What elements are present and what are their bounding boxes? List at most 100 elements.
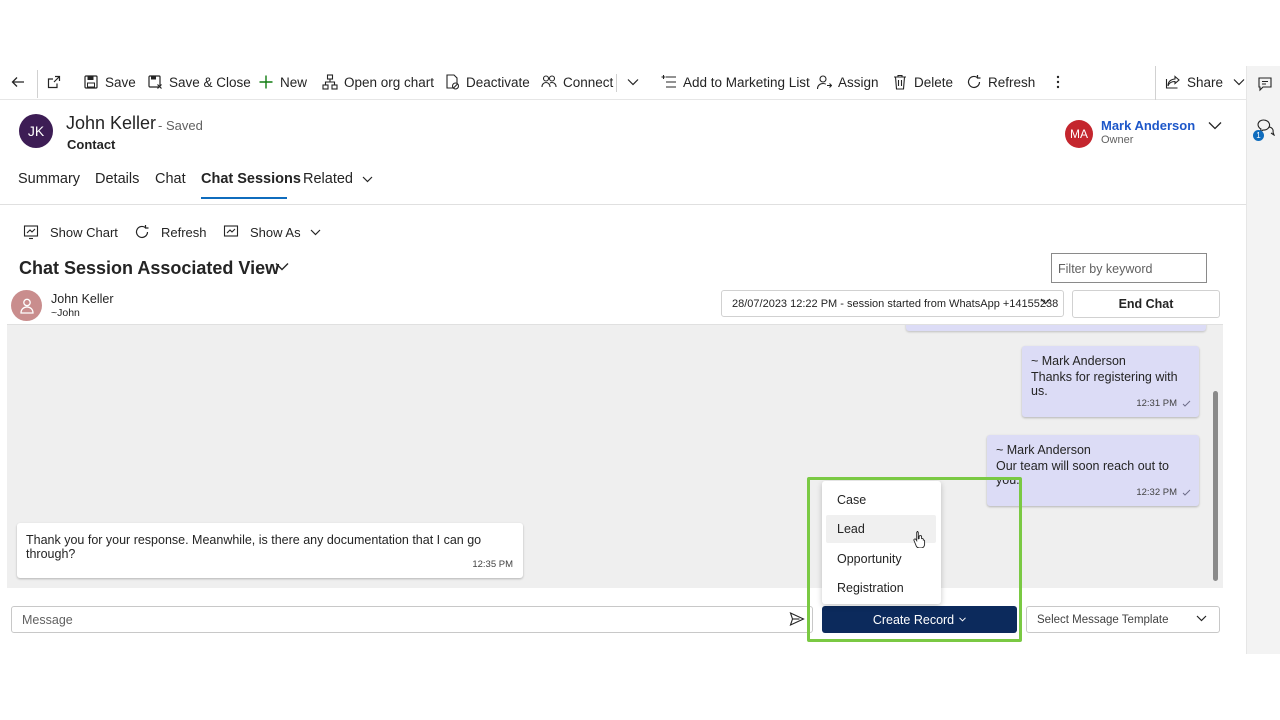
assign-button[interactable]: Assign: [816, 66, 879, 98]
divider: [1155, 66, 1156, 100]
chat-scrollbar[interactable]: [1213, 391, 1218, 581]
assign-person-icon: [816, 74, 832, 90]
tab-summary[interactable]: Summary: [18, 171, 80, 187]
record-title: John Keller: [66, 113, 157, 133]
plus-icon: [258, 74, 274, 90]
more-commands-button[interactable]: [1050, 66, 1072, 98]
divider: [0, 204, 1246, 205]
create-record-button[interactable]: Create Record: [822, 606, 1017, 633]
chat-user-avatar: [11, 290, 42, 321]
add-marketing-label: Add to Marketing List: [683, 74, 810, 90]
menu-item-case[interactable]: Case: [826, 486, 936, 514]
refresh-icon: [134, 224, 150, 240]
owner-avatar: MA: [1065, 120, 1093, 148]
header-expand-button[interactable]: [1208, 121, 1222, 130]
side-rail: 1: [1246, 66, 1280, 654]
save-close-label: Save & Close: [169, 74, 251, 90]
subgrid-refresh-label: Refresh: [161, 224, 207, 240]
share-label: Share: [1187, 74, 1224, 90]
send-icon: [789, 611, 805, 627]
view-title: Chat Session Associated View: [19, 258, 280, 278]
entity-type-label: Contact: [67, 137, 116, 152]
tab-chat-sessions[interactable]: Chat Sessions: [201, 171, 301, 187]
message-placeholder: Message: [22, 612, 73, 627]
session-dropdown[interactable]: 28/07/2023 12:22 PM - session started fr…: [721, 290, 1064, 317]
person-icon: [19, 298, 34, 314]
chart-icon: [23, 224, 39, 240]
message-input[interactable]: Message: [11, 606, 813, 633]
org-chart-icon: [322, 74, 338, 90]
message-template-dropdown[interactable]: Select Message Template: [1026, 606, 1220, 633]
chevron-down-icon: [959, 617, 966, 622]
refresh-button[interactable]: Refresh: [966, 66, 1035, 98]
tab-related-label: Related: [303, 171, 353, 187]
back-arrow-icon: [10, 74, 26, 90]
tab-chat[interactable]: Chat: [155, 171, 186, 187]
show-as-icon: [223, 224, 239, 240]
chevron-down-icon: [1040, 298, 1051, 305]
more-vertical-icon: [1050, 74, 1066, 90]
open-org-chart-button[interactable]: Open org chart: [322, 66, 434, 98]
show-chart-button[interactable]: Show Chart: [23, 223, 118, 241]
connect-more-button[interactable]: [625, 66, 647, 98]
refresh-icon: [966, 74, 982, 90]
deactivate-icon: [444, 74, 460, 90]
delete-button[interactable]: Delete: [892, 66, 953, 98]
message-time: 12:32 PM: [1136, 487, 1177, 498]
message-time: 12:31 PM: [1136, 398, 1177, 409]
chevron-down-icon: [1208, 122, 1222, 130]
tab-details[interactable]: Details: [95, 171, 139, 187]
share-icon: [1165, 74, 1181, 90]
show-chart-label: Show Chart: [50, 224, 118, 240]
message-bubble-incoming: Thank you for your response. Meanwhile, …: [17, 523, 523, 578]
new-label: New: [280, 74, 308, 90]
chat-panel-icon[interactable]: [1257, 76, 1273, 92]
end-chat-button[interactable]: End Chat: [1072, 290, 1220, 318]
contact-avatar: JK: [19, 114, 53, 148]
refresh-label: Refresh: [988, 74, 1036, 90]
save-close-icon: [147, 74, 163, 90]
open-in-new-window-button[interactable]: [46, 66, 68, 98]
divider: [616, 74, 617, 92]
read-tick-icon: [1182, 489, 1191, 496]
save-and-close-button[interactable]: Save & Close: [147, 66, 251, 98]
message-sender: ~ Mark Anderson: [996, 443, 1091, 457]
message-time: 12:35 PM: [472, 559, 513, 570]
connect-people-icon: [541, 74, 557, 90]
connect-button[interactable]: Connect: [541, 66, 613, 98]
message-sender: ~ Mark Anderson: [1031, 354, 1126, 368]
delete-label: Delete: [914, 74, 954, 90]
save-icon: [83, 74, 99, 90]
menu-item-registration[interactable]: Registration: [826, 574, 936, 602]
share-button[interactable]: Share: [1165, 66, 1253, 98]
session-value: 28/07/2023 12:22 PM - session started fr…: [732, 297, 1059, 310]
template-placeholder: Select Message Template: [1037, 613, 1169, 626]
send-button[interactable]: [789, 611, 805, 627]
filter-keyword-input[interactable]: Filter by keyword: [1051, 253, 1207, 283]
chevron-down-icon: [275, 263, 289, 271]
chevron-down-icon: [1196, 615, 1207, 622]
subgrid-refresh-button[interactable]: Refresh: [134, 223, 207, 241]
owner-field-label: Owner: [1101, 134, 1134, 146]
message-bubble-outgoing: ~ Mark Anderson Our team will soon reach…: [987, 435, 1199, 506]
owner-link[interactable]: Mark Anderson: [1101, 118, 1195, 133]
deactivate-button[interactable]: Deactivate: [444, 66, 530, 98]
back-button[interactable]: [10, 66, 32, 98]
chevron-down-icon: [1231, 74, 1247, 90]
chat-user-name: John Keller: [51, 292, 114, 306]
notification-badge: 1: [1253, 130, 1264, 141]
new-button[interactable]: New: [258, 66, 307, 98]
command-bar: Save Save & Close New Open org chart Dea…: [0, 66, 1246, 100]
save-button[interactable]: Save: [83, 66, 136, 98]
active-tab-indicator: [201, 197, 287, 199]
menu-item-opportunity[interactable]: Opportunity: [826, 545, 936, 573]
divider: [37, 70, 38, 98]
hand-cursor-icon: [913, 530, 927, 548]
tab-related[interactable]: Related: [303, 171, 373, 187]
read-tick-icon: [1182, 400, 1191, 407]
chevron-down-icon: [362, 176, 373, 182]
connect-label: Connect: [563, 74, 614, 90]
add-to-marketing-list-button[interactable]: Add to Marketing List: [661, 66, 810, 98]
show-as-button[interactable]: Show As: [223, 223, 321, 241]
view-selector-button[interactable]: [275, 262, 289, 271]
